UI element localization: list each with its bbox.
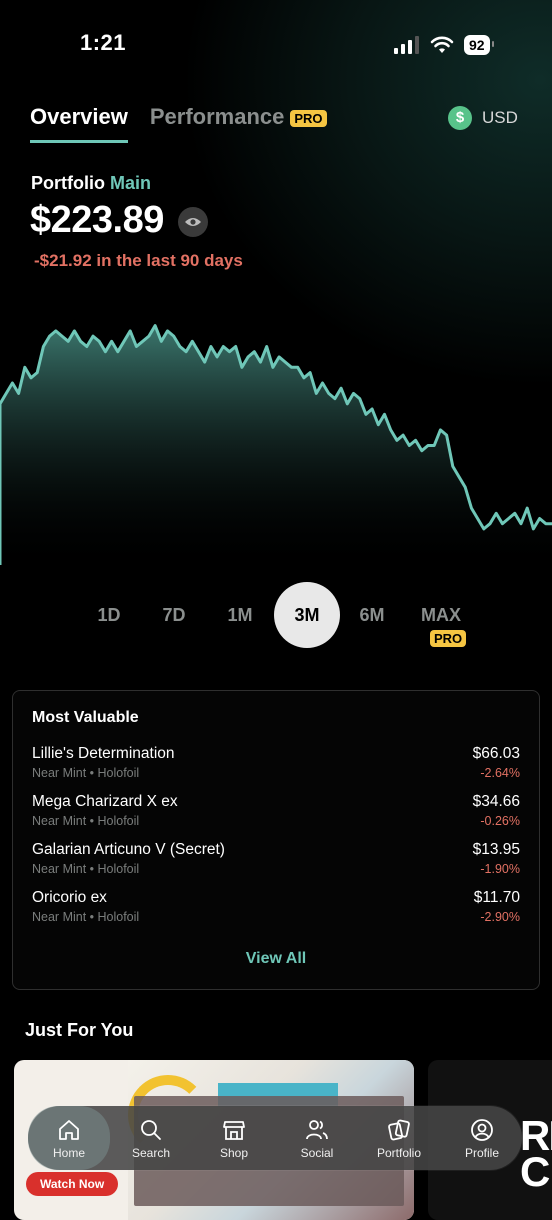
portfolio-chart[interactable] [0,300,552,570]
wifi-icon [430,36,454,53]
range-label: 7D [162,604,186,625]
top-tabs: Overview Performance PRO [30,104,327,143]
range-6m[interactable]: 6M [339,582,405,648]
portfolio-change: -$21.92 in the last 90 days [34,251,243,270]
nav-label: Shop [219,1146,249,1160]
card-condition: Near Mint • Holofoil [32,766,140,780]
social-icon [306,1120,328,1140]
nav-label: Home [52,1146,85,1160]
card-condition: Near Mint • Holofoil [32,862,140,876]
card-condition: Near Mint • Holofoil [32,814,140,828]
portfolio-value: $223.89 [30,199,164,241]
battery-indicator: 92 [464,35,494,55]
currency-selector[interactable]: $ USD [448,106,518,130]
cellular-signal-icon [394,36,419,54]
tab-performance-label: Performance [149,104,285,129]
watch-now-button[interactable]: Watch Now [26,1172,119,1196]
most-valuable-card: Most Valuable Lillie's Determination Nea… [12,690,540,990]
nav-label: Search [131,1146,171,1160]
card-name: Oricorio ex [32,889,107,906]
section-title: Just For You [25,1020,134,1040]
range-label: 1M [227,604,253,625]
card-change: -0.26% [480,814,520,828]
nav-search[interactable]: Search [110,1106,192,1170]
range-1d[interactable]: 1D [76,582,142,648]
card-change: -2.64% [480,766,520,780]
range-selector: 1D 7D 1M 3M 6M MAX PRO [0,582,552,652]
tab-performance[interactable]: Performance PRO [150,104,327,143]
nav-portfolio[interactable]: Portfolio [358,1106,440,1170]
range-3m[interactable]: 3M [274,582,340,648]
card-name: Mega Charizard X ex [32,793,178,810]
card-change: -2.90% [480,910,520,924]
tab-overview-label: Overview [30,104,128,129]
range-label: 3M [294,604,320,625]
nav-label: Profile [464,1146,499,1160]
view-all-link[interactable]: View All [13,950,539,968]
range-1m[interactable]: 1M [207,582,273,648]
card-price: $34.66 [472,793,520,810]
card-price: $13.95 [472,841,520,858]
status-time: 1:21 [80,30,127,55]
tab-overview[interactable]: Overview [30,104,128,143]
portfolio-name: Main [110,173,152,193]
shop-icon [223,1121,245,1140]
search-icon [141,1120,161,1140]
nav-label: Social [300,1146,334,1160]
portfolio-selector[interactable]: Portfolio Main [31,173,151,194]
card-title: Most Valuable [32,709,139,726]
list-item[interactable]: Mega Charizard X ex Near Mint • Holofoil… [32,793,520,835]
card-condition: Near Mint • Holofoil [32,910,140,924]
currency-label: USD [482,108,518,127]
profile-icon [471,1119,493,1141]
nav-profile[interactable]: Profile [441,1106,523,1170]
dollar-icon: $ [448,106,472,130]
promo-card-text: RI C [520,1112,552,1195]
portfolio-label: Portfolio [31,173,105,193]
range-7d[interactable]: 7D [141,582,207,648]
range-label: 6M [359,604,385,625]
list-item[interactable]: Galarian Articuno V (Secret) Near Mint •… [32,841,520,883]
bottom-nav: Home Search Shop Social Portfolio Profil… [28,1106,522,1170]
card-name: Galarian Articuno V (Secret) [32,841,225,858]
range-label: MAX [421,604,461,625]
pro-badge: PRO [430,630,467,647]
list-item[interactable]: Lillie's Determination Near Mint • Holof… [32,745,520,787]
card-price: $66.03 [472,745,520,762]
list-item[interactable]: Oricorio ex Near Mint • Holofoil $11.70 … [32,889,520,931]
nav-home[interactable]: Home [28,1106,110,1170]
card-price: $11.70 [473,889,520,906]
home-icon [59,1120,79,1140]
status-icons: 92 [394,33,494,57]
eye-icon [185,218,201,226]
range-label: 1D [97,604,121,625]
card-name: Lillie's Determination [32,745,175,762]
pro-badge: PRO [290,109,327,127]
nav-shop[interactable]: Shop [193,1106,275,1170]
nav-social[interactable]: Social [276,1106,358,1170]
nav-label: Portfolio [376,1146,422,1160]
portfolio-icon [388,1119,410,1141]
toggle-visibility-button[interactable] [178,207,208,237]
card-change: -1.90% [480,862,520,876]
